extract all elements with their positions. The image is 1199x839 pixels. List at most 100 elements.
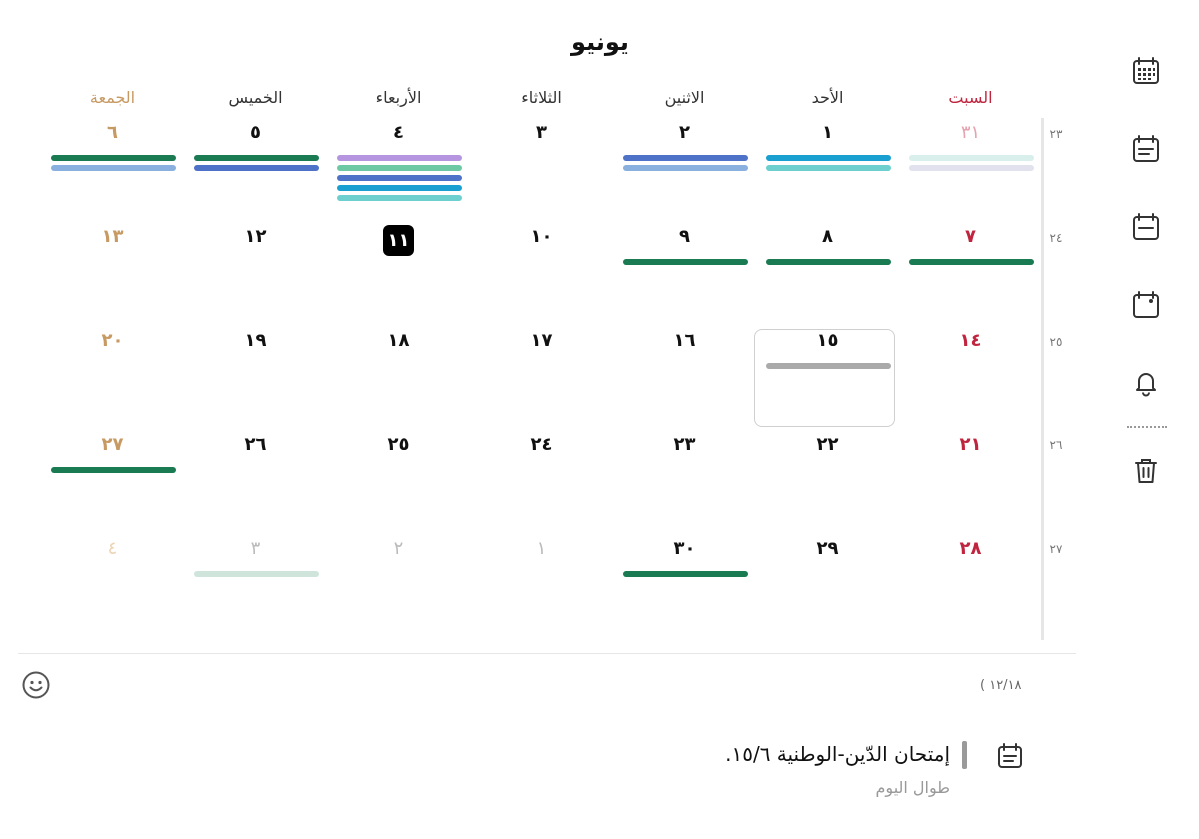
date-number: ٢: [393, 538, 404, 559]
date-number: ٣: [250, 538, 261, 559]
date-number: ٢٧: [101, 434, 124, 455]
day-cell-today[interactable]: ١١: [327, 222, 470, 326]
day-cell[interactable]: ٢: [613, 118, 756, 222]
day-cell[interactable]: ١: [756, 118, 899, 222]
day-cell[interactable]: ١٦: [613, 326, 756, 430]
date-number: ٢٩: [816, 538, 839, 559]
event-bar[interactable]: [623, 155, 748, 161]
day-cell[interactable]: ٢٤: [470, 430, 613, 534]
date-number: ٦: [107, 122, 118, 143]
event-bar[interactable]: [909, 259, 1034, 265]
day-cell[interactable]: ١٢: [184, 222, 327, 326]
date-number: ٢٦: [244, 434, 267, 455]
date-number: ٩: [679, 226, 690, 247]
day-cell[interactable]: ٢٢: [756, 430, 899, 534]
calendar-note-icon[interactable]: [1131, 134, 1161, 164]
event-bar[interactable]: [766, 165, 891, 171]
date-number: ١٨: [387, 330, 410, 351]
event-bar[interactable]: [51, 165, 176, 171]
emoji-button[interactable]: [22, 671, 50, 699]
event-bar[interactable]: [51, 155, 176, 161]
date-number: ٣١: [960, 122, 981, 143]
day-cell[interactable]: ٤: [41, 534, 184, 638]
event-bar[interactable]: [337, 155, 462, 161]
day-cell[interactable]: ٢٩: [756, 534, 899, 638]
event-title[interactable]: إمتحان الدّين-الوطنية ١٥/٦.: [600, 742, 950, 766]
date-number: ١٦: [673, 330, 696, 351]
day-cell[interactable]: ٨: [756, 222, 899, 326]
event-bar[interactable]: [623, 571, 748, 577]
day-header-sunday: الأحد: [811, 88, 844, 107]
day-cell[interactable]: ٢٨: [899, 534, 1042, 638]
day-cell[interactable]: ١٨: [327, 326, 470, 430]
event-bar[interactable]: [766, 259, 891, 265]
event-bar[interactable]: [194, 571, 319, 577]
divider: [18, 653, 1076, 654]
date-number: ٢٥: [387, 434, 410, 455]
day-cell[interactable]: ١٩: [184, 326, 327, 430]
event-bar[interactable]: [337, 175, 462, 181]
day-cell-selected[interactable]: ١٥: [754, 326, 899, 430]
date-number: ٢: [679, 122, 690, 143]
event-bar[interactable]: [909, 165, 1034, 171]
day-cell[interactable]: ٣١: [899, 118, 1042, 222]
week-number: ٢٧: [1049, 542, 1063, 556]
event-bar[interactable]: [337, 195, 462, 201]
day-cell[interactable]: ٢٠: [41, 326, 184, 430]
day-cell[interactable]: ٩: [613, 222, 756, 326]
day-cell[interactable]: ٥: [184, 118, 327, 222]
event-bar[interactable]: [766, 363, 891, 369]
date-number: ٢٨: [959, 538, 982, 559]
week-number: ٢٣: [1049, 127, 1063, 141]
day-cell[interactable]: ٤: [327, 118, 470, 222]
day-cell[interactable]: ١٣: [41, 222, 184, 326]
event-bar[interactable]: [51, 467, 176, 473]
today-marker: ١١: [383, 225, 414, 256]
day-header-monday: الاثنين: [664, 88, 705, 107]
event-bar[interactable]: [337, 165, 462, 171]
day-cell[interactable]: ١٧: [470, 326, 613, 430]
date-number: ١: [536, 538, 547, 559]
event-bar[interactable]: [623, 165, 748, 171]
smiley-icon: [22, 671, 50, 699]
trash-icon[interactable]: [1131, 456, 1161, 486]
day-cell[interactable]: ٢٥: [327, 430, 470, 534]
date-number: ٨: [822, 226, 833, 247]
date-number: ١٧: [530, 330, 553, 351]
day-cell[interactable]: ٢١: [899, 430, 1042, 534]
day-cell[interactable]: ٢٧: [41, 430, 184, 534]
day-cell[interactable]: ٢٦: [184, 430, 327, 534]
day-cell[interactable]: ٣: [184, 534, 327, 638]
date-number: ١٩: [244, 330, 267, 351]
calendar-dot-icon[interactable]: [1131, 290, 1161, 320]
bell-icon[interactable]: [1131, 368, 1161, 398]
event-bar[interactable]: [194, 155, 319, 161]
date-number: ٢٣: [673, 434, 696, 455]
date-number: ٧: [965, 226, 976, 247]
event-time: طوال اليوم: [875, 778, 950, 797]
week-number: ٢٦: [1049, 438, 1063, 452]
day-header-thursday: الخميس: [228, 88, 283, 107]
calendar-day-icon[interactable]: [1131, 212, 1161, 242]
day-cell[interactable]: ١: [470, 534, 613, 638]
day-cell[interactable]: ١٠: [470, 222, 613, 326]
event-bar[interactable]: [337, 185, 462, 191]
day-header-tuesday: الثلاثاء: [521, 88, 562, 107]
day-cell[interactable]: ٣: [470, 118, 613, 222]
day-cell[interactable]: ١٤: [899, 326, 1042, 430]
day-cell[interactable]: ٢٣: [613, 430, 756, 534]
event-bar[interactable]: [623, 259, 748, 265]
day-cell[interactable]: ٧: [899, 222, 1042, 326]
date-number: ٥: [250, 122, 261, 143]
event-bar[interactable]: [909, 155, 1034, 161]
week-number: ٢٤: [1049, 231, 1063, 245]
event-bar[interactable]: [194, 165, 319, 171]
calendar-grid-icon[interactable]: [1131, 56, 1161, 86]
event-bar[interactable]: [766, 155, 891, 161]
date-number: ٢٠: [101, 330, 124, 351]
day-header-saturday: السبت: [948, 88, 993, 107]
event-counter: ( ١٢/١٨: [980, 678, 1022, 693]
day-cell[interactable]: ٢: [327, 534, 470, 638]
day-cell[interactable]: ٣٠: [613, 534, 756, 638]
day-cell[interactable]: ٦: [41, 118, 184, 222]
